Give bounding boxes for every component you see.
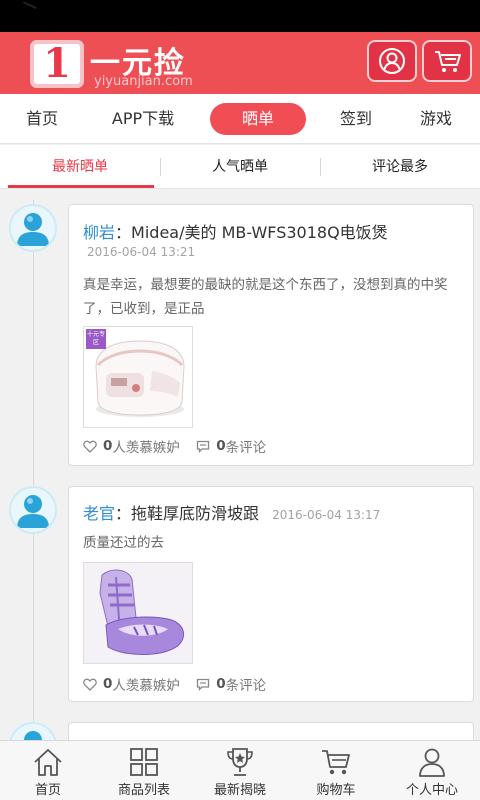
comment-icon <box>197 678 210 691</box>
post-product-title[interactable]: 拖鞋厚底防滑坡跟 <box>131 504 259 523</box>
post-card[interactable]: 柳岩：Midea/美的 MB-WFS3018Q电饭煲 2016-06-04 13… <box>68 204 474 466</box>
post-separator: ： <box>115 504 132 523</box>
post-title: 柳岩：Midea/美的 MB-WFS3018Q电饭煲 <box>83 219 388 243</box>
logo-badge: 1 <box>30 40 84 88</box>
tab-shopping-cart[interactable]: 购物车 <box>288 741 384 800</box>
like-stat[interactable]: 0 人羡慕嫉妒 <box>83 436 180 456</box>
post-card[interactable]: 老官：拖鞋厚底防滑坡跟 2016-06-04 13:17 质量还过的去 0 人羡慕… <box>68 486 474 702</box>
slipper-image <box>84 563 192 663</box>
tab-label: 购物车 <box>316 783 356 798</box>
avatar[interactable] <box>9 486 57 534</box>
logo-domain: yiyuanjian.com <box>94 74 193 89</box>
heart-icon <box>83 678 97 691</box>
comment-icon <box>197 440 210 453</box>
cart-button[interactable] <box>422 40 472 82</box>
post-time: 2016-06-04 13:21 <box>87 245 196 259</box>
image-badge: 十元专区 <box>86 329 106 349</box>
tab-label: 首页 <box>34 783 61 798</box>
comment-label: 条评论 <box>225 678 267 694</box>
main-nav: 首页 APP下载 晒单 签到 游戏 <box>0 94 480 144</box>
status-bar <box>0 0 480 32</box>
comment-count: 0 <box>216 676 226 692</box>
post-text: 质量还过的去 <box>83 535 164 551</box>
tab-label: 个人中心 <box>405 783 458 798</box>
user-button[interactable] <box>367 40 417 82</box>
image-badge-text: 十元专区 <box>86 331 105 346</box>
tab-label: 商品列表 <box>117 783 170 798</box>
user-avatar-icon <box>17 213 49 246</box>
post-username[interactable]: 柳岩 <box>83 223 115 242</box>
cart-icon <box>322 750 350 775</box>
nav-item-sign-in[interactable]: 签到 <box>326 103 386 135</box>
home-icon <box>34 749 62 776</box>
post-text: 真是幸运，最想要的最缺的就是这个东西了，没想到真的中奖了，已收到，是正品 <box>83 277 448 317</box>
post-title: 老官：拖鞋厚底防滑坡跟 2016-06-04 13:17 <box>83 500 380 524</box>
heart-icon <box>83 440 97 453</box>
grid-icon <box>130 748 158 776</box>
status-icon <box>21 1 37 13</box>
like-label: 人羡慕嫉妒 <box>112 678 180 694</box>
post-time: 2016-06-04 13:17 <box>272 508 381 522</box>
person-icon <box>419 748 445 777</box>
tab-home[interactable]: 首页 <box>0 741 96 800</box>
app-header: 1 一元捡 yiyuanjian.com <box>0 32 480 94</box>
tab-label: 最新揭晓 <box>213 783 266 798</box>
post-product-title[interactable]: Midea/美的 MB-WFS3018Q电饭煲 <box>131 223 388 242</box>
tab-personal-center[interactable]: 个人中心 <box>384 741 480 800</box>
cart-icon <box>435 51 461 72</box>
tab-popular[interactable]: 人气晒单 <box>160 145 320 189</box>
comment-stat[interactable]: 0 条评论 <box>196 436 266 456</box>
active-tab-indicator <box>8 185 154 188</box>
nav-item-share-order[interactable]: 晒单 <box>210 103 306 135</box>
post-stats: 0 人羡慕嫉妒 0 条评论 <box>83 436 278 457</box>
like-stat[interactable]: 0 人羡慕嫉妒 <box>83 674 180 694</box>
user-icon <box>379 48 405 74</box>
post-image[interactable]: 十元专区 <box>83 326 193 428</box>
post-username[interactable]: 老官 <box>83 504 115 523</box>
logo-digit: 1 <box>43 40 71 87</box>
tab-latest-results[interactable]: 最新揭晓 <box>192 741 288 800</box>
post-separator: ： <box>115 223 132 242</box>
bottom-tab-bar: 首页 商品列表 最新揭晓 购物车 个人中心 <box>0 740 480 800</box>
avatar[interactable] <box>9 204 57 252</box>
tab-latest[interactable]: 最新晒单 <box>0 145 160 189</box>
nav-item-games[interactable]: 游戏 <box>406 103 466 135</box>
post-image[interactable] <box>83 562 193 664</box>
tab-most-comments[interactable]: 评论最多 <box>320 145 480 189</box>
like-label: 人羡慕嫉妒 <box>112 440 180 456</box>
logo[interactable]: 1 一元捡 yiyuanjian.com <box>30 38 220 90</box>
comment-stat[interactable]: 0 条评论 <box>196 674 266 694</box>
nav-item-home[interactable]: 首页 <box>12 103 72 135</box>
comment-count: 0 <box>216 438 226 454</box>
sub-tabs: 最新晒单 人气晒单 评论最多 <box>0 145 480 189</box>
user-avatar-icon <box>17 495 49 528</box>
timeline-line <box>33 200 34 740</box>
like-count: 0 <box>103 438 113 454</box>
comment-label: 条评论 <box>225 440 267 456</box>
tab-product-list[interactable]: 商品列表 <box>96 741 192 800</box>
trophy-icon <box>227 748 253 776</box>
like-count: 0 <box>103 676 113 692</box>
post-stats: 0 人羡慕嫉妒 0 条评论 <box>83 674 278 695</box>
nav-item-app-download[interactable]: APP下载 <box>100 103 186 135</box>
